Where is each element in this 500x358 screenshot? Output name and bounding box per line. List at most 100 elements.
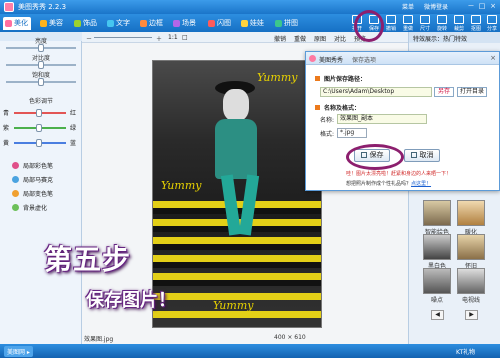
tab-doll[interactable]: 娃娃 <box>239 17 267 30</box>
compare-link[interactable]: 对比 <box>334 34 346 43</box>
scene-icon <box>173 20 180 27</box>
rotate-icon <box>437 15 447 24</box>
tab-text[interactable]: 文字 <box>105 17 133 30</box>
stair-shadow <box>153 244 321 250</box>
minimize-button[interactable]: － <box>466 2 476 11</box>
weibo-login-link[interactable]: 微博登录 <box>424 4 448 11</box>
next-page-button[interactable]: ▶ <box>465 310 478 320</box>
effect-label: 局部彩色笔 <box>23 162 54 170</box>
crop-button[interactable]: 裁剪 <box>451 14 467 32</box>
gift-prompt-text: 想把照片制作成个性礼品吗？ <box>346 181 412 187</box>
beauty-icon <box>40 20 47 27</box>
blur-icon <box>12 203 19 211</box>
beautify-icon <box>5 20 12 27</box>
local-color-brush[interactable]: 局部彩色笔 <box>12 160 53 170</box>
format-row: 格式: *.jpg <box>320 128 368 138</box>
slider-knob[interactable] <box>36 139 42 147</box>
edited-photo[interactable]: Yummy Yummy Yummy <box>152 60 322 328</box>
background-blur[interactable]: 背景虚化 <box>12 202 47 212</box>
main-toolbar: 美化 美容 饰品 文字 边框 场景 闪图 娃娃 拼图 打开 保存 撤销 重做 尺… <box>0 14 500 32</box>
share-button[interactable]: 分享 <box>484 14 500 32</box>
tab-label: 文字 <box>116 19 130 27</box>
local-recolor-brush[interactable]: 局部变色笔 <box>12 188 53 198</box>
tab-beautify[interactable]: 美化 <box>3 17 31 30</box>
file-name-input[interactable]: 效果图_副本 <box>337 114 428 124</box>
title-bar: 美图秀秀 2.2.3 菜单 微博登录 － □ × <box>0 0 500 14</box>
dialog-subtitle: 保存选项 <box>352 57 377 64</box>
color-row-yellow-blue[interactable]: 黄 蓝 <box>0 138 82 148</box>
dialog-close-button[interactable]: × <box>489 54 497 62</box>
dialog-title: 美图秀秀 <box>319 57 344 64</box>
open-directory-button[interactable]: 打开目录 <box>457 87 487 97</box>
slider-knob[interactable] <box>38 44 44 52</box>
meitu-site-button[interactable]: 美图网 ▸ <box>4 346 33 357</box>
tab-accessories[interactable]: 饰品 <box>72 17 100 30</box>
share-icon <box>487 15 497 24</box>
recolor-icon <box>12 189 19 197</box>
zoom-slider[interactable] <box>94 37 152 38</box>
saturation-slider[interactable] <box>6 78 76 86</box>
effect-label: 局部变色笔 <box>23 190 54 198</box>
maximize-button[interactable]: □ <box>477 2 487 11</box>
original-link[interactable]: 原图 <box>314 34 326 43</box>
tab-label: 饰品 <box>83 19 97 27</box>
color-row-cyan-red[interactable]: 青 红 <box>0 108 82 118</box>
crop-icon <box>454 15 464 24</box>
gift-link[interactable]: 点这里！ <box>411 181 431 187</box>
stair-step <box>153 255 321 262</box>
redo-link[interactable]: 重做 <box>294 34 306 43</box>
actual-size-button[interactable]: 1:1 <box>168 34 178 41</box>
slider-knob[interactable] <box>38 78 44 86</box>
stair-shadow <box>153 280 321 286</box>
tab-collage[interactable]: 拼图 <box>273 17 301 30</box>
resize-button[interactable]: 尺寸 <box>417 14 433 32</box>
menu-link[interactable]: 菜单 <box>402 4 414 11</box>
save-path-input[interactable]: C:\Users\Adam\Desktop <box>320 87 432 97</box>
zoom-out-button[interactable]: － <box>86 34 92 43</box>
path-section-title: 图片保存路径： <box>315 74 366 83</box>
effect-thumb-smart-color[interactable] <box>423 200 451 226</box>
effect-thumb-warm[interactable] <box>457 200 485 226</box>
zoom-in-button[interactable]: ＋ <box>156 34 162 43</box>
effect-thumb-tv-lines[interactable] <box>457 268 485 294</box>
app-title: 美图秀秀 2.2.3 <box>18 3 67 11</box>
color-right-label: 蓝 <box>70 140 77 147</box>
stair-step <box>153 237 321 244</box>
slider-knob[interactable] <box>36 124 42 132</box>
slider-knob[interactable] <box>36 109 42 117</box>
rotate-button[interactable]: 旋转 <box>434 14 450 32</box>
save-as-button[interactable]: 另存 <box>434 87 454 97</box>
status-bar: 效果图.jpg 400 × 610 <box>82 332 408 344</box>
effect-label: 局部马赛克 <box>23 176 54 184</box>
local-mosaic[interactable]: 局部马赛克 <box>12 174 53 184</box>
effect-thumb-black-white[interactable] <box>423 234 451 260</box>
kt-gift-link[interactable]: KT礼物 <box>456 347 475 356</box>
step-description: 保存图片！ <box>86 290 176 311</box>
brightness-slider[interactable] <box>6 44 76 52</box>
cancel-button[interactable]: 取消 <box>404 149 440 162</box>
stair-step <box>153 311 321 318</box>
tab-scene[interactable]: 场景 <box>171 17 199 30</box>
prev-page-button[interactable]: ◀ <box>431 310 444 320</box>
dialog-title-bar: 美图秀秀 保存选项 × <box>306 52 499 65</box>
undo-tool-button[interactable]: 撤销 <box>383 14 399 32</box>
color-left-label: 黄 <box>3 140 10 147</box>
effect-label: 电视线 <box>461 297 480 304</box>
contrast-slider[interactable] <box>6 61 76 69</box>
format-select[interactable]: *.jpg <box>337 128 368 138</box>
slider-knob[interactable] <box>38 61 44 69</box>
share-prompt: 哇！图片太漂亮啦！赶紧和身边的人来晒一下！ <box>346 171 452 177</box>
color-row-purple-green[interactable]: 紫 绿 <box>0 123 82 133</box>
redo-tool-button[interactable]: 重做 <box>400 14 416 32</box>
tab-frame[interactable]: 边框 <box>138 17 166 30</box>
undo-link[interactable]: 撤销 <box>274 34 286 43</box>
tab-flash[interactable]: 闪图 <box>206 17 234 30</box>
close-button[interactable]: × <box>488 2 498 11</box>
save-options-dialog: 美图秀秀 保存选项 × 图片保存路径： C:\Users\Adam\Deskto… <box>305 51 500 191</box>
color-left-label: 紫 <box>3 125 10 132</box>
fit-window-button[interactable]: □ <box>182 34 188 41</box>
effect-thumb-noise[interactable] <box>423 268 451 294</box>
effect-thumb-vintage[interactable] <box>457 234 485 260</box>
tab-beauty[interactable]: 美容 <box>38 17 66 30</box>
section-label: 图片保存路径： <box>324 76 367 83</box>
